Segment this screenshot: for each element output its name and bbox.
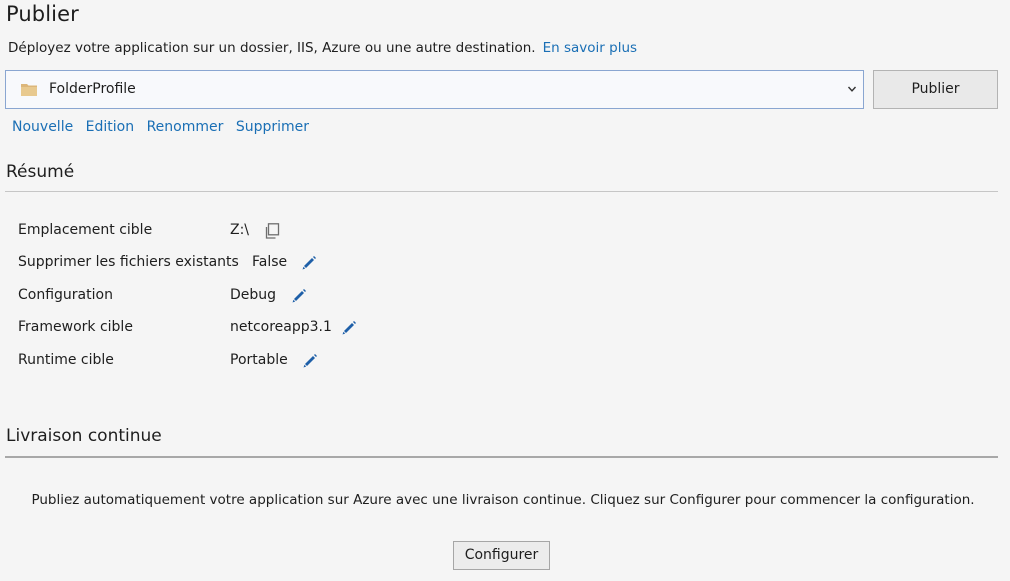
edit-pencil-icon[interactable] xyxy=(341,320,357,336)
summary-label: Framework cible xyxy=(18,319,133,335)
publish-page: Publier Déployez votre application sur u… xyxy=(0,0,1010,581)
rename-profile-link[interactable]: Renommer xyxy=(147,119,224,135)
summary-label: Runtime cible xyxy=(18,352,114,368)
summary-section-title: Résumé xyxy=(6,162,75,182)
summary-label: Supprimer les fichiers existants xyxy=(18,254,239,270)
profile-dropdown[interactable]: FolderProfile xyxy=(5,70,864,109)
continuous-delivery-divider xyxy=(5,456,998,458)
profile-actions: Nouvelle Edition Renommer Supprimer xyxy=(12,119,317,135)
edit-profile-link[interactable]: Edition xyxy=(86,119,134,135)
continuous-delivery-description: Publiez automatiquement votre applicatio… xyxy=(31,492,975,508)
new-profile-link[interactable]: Nouvelle xyxy=(12,119,73,135)
copy-icon[interactable] xyxy=(264,223,280,239)
edit-pencil-icon[interactable] xyxy=(301,255,317,271)
summary-value: Debug xyxy=(230,287,277,303)
summary-divider xyxy=(5,191,998,192)
page-description: Déployez votre application sur un dossie… xyxy=(8,40,637,56)
summary-value: Portable xyxy=(230,352,288,368)
summary-label: Configuration xyxy=(18,287,113,303)
edit-pencil-icon[interactable] xyxy=(302,353,318,369)
summary-value: Z:\ xyxy=(230,222,250,238)
description-text: Déployez votre application sur un dossie… xyxy=(8,40,536,56)
summary-label: Emplacement cible xyxy=(18,222,153,238)
continuous-delivery-title: Livraison continue xyxy=(6,426,162,446)
folder-icon xyxy=(21,84,37,96)
page-title: Publier xyxy=(6,2,79,26)
configure-button[interactable]: Configurer xyxy=(453,541,550,570)
delete-profile-link[interactable]: Supprimer xyxy=(236,119,309,135)
publish-button[interactable]: Publier xyxy=(873,70,998,109)
summary-value: False xyxy=(252,254,288,270)
chevron-down-icon xyxy=(847,86,857,92)
summary-value: netcoreapp3.1 xyxy=(230,319,332,335)
learn-more-link[interactable]: En savoir plus xyxy=(543,40,637,56)
profile-name: FolderProfile xyxy=(49,81,136,97)
edit-pencil-icon[interactable] xyxy=(291,288,307,304)
